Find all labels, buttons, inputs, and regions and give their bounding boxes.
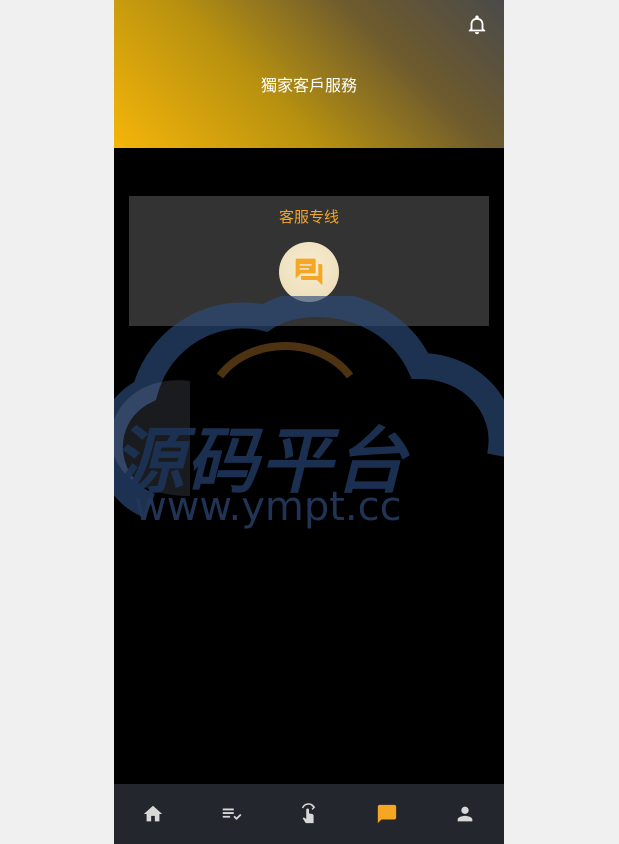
- watermark-url: www.ympt.cc: [134, 484, 402, 530]
- bell-icon[interactable]: [466, 14, 488, 36]
- watermark-title: 源码平台: [114, 419, 409, 503]
- tap-swipe-icon: [301, 803, 316, 824]
- person-icon: [457, 806, 473, 822]
- app-screen: 獨家客戶服務 客服专线 源码平台 www.ympt.cc: [114, 0, 504, 844]
- page-title: 獨家客戶服務: [260, 76, 357, 95]
- cloud-logo-icon: [114, 291, 504, 519]
- nav-profile[interactable]: [426, 784, 504, 844]
- chat-icon: [295, 258, 323, 286]
- nav-swipe[interactable]: [270, 784, 348, 844]
- header-banner: 獨家客戶服務: [114, 0, 504, 148]
- service-hotline-card: 客服专线: [129, 196, 489, 326]
- task-list-icon: [222, 808, 242, 821]
- nav-chat[interactable]: [348, 784, 426, 844]
- bottom-nav: [114, 784, 504, 844]
- home-icon: [143, 805, 163, 822]
- chat-icon: [377, 804, 397, 824]
- watermark-overlay: 源码平台 www.ympt.cc: [114, 291, 504, 536]
- nav-home[interactable]: [114, 784, 192, 844]
- chat-button[interactable]: [279, 242, 339, 302]
- card-title: 客服专线: [278, 208, 339, 226]
- nav-tasks[interactable]: [192, 784, 270, 844]
